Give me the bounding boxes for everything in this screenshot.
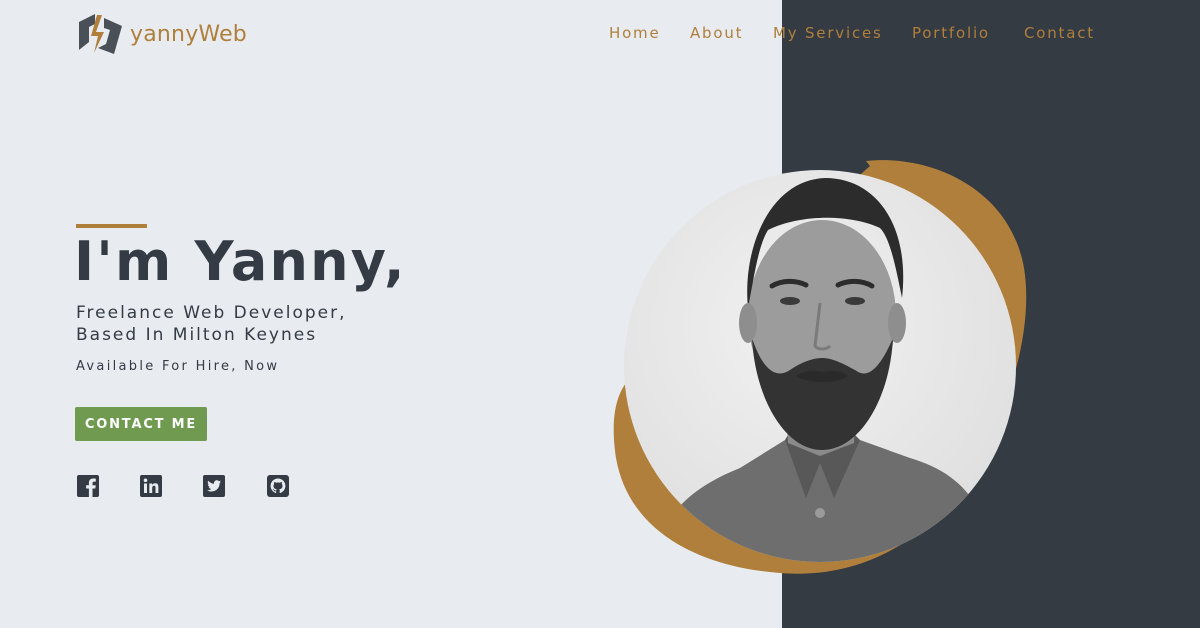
main-nav: Home About My Services Portfolio Contact — [0, 24, 1200, 48]
nav-portfolio[interactable]: Portfolio — [912, 24, 990, 42]
github-link[interactable] — [266, 474, 290, 498]
hero-subtitle-line1: Freelance Web Developer, — [76, 303, 347, 323]
linkedin-icon — [139, 474, 163, 498]
facebook-link[interactable] — [76, 474, 100, 498]
nav-contact[interactable]: Contact — [1024, 24, 1095, 42]
nav-my-services[interactable]: My Services — [773, 24, 883, 42]
nav-about[interactable]: About — [690, 24, 743, 42]
twitter-link[interactable] — [202, 474, 226, 498]
hero-subtitle: Freelance Web Developer, Based In Milton… — [76, 302, 347, 346]
twitter-icon — [202, 474, 226, 498]
nav-home[interactable]: Home — [609, 24, 661, 42]
profile-portrait — [610, 158, 1030, 578]
github-icon — [266, 474, 290, 498]
linkedin-link[interactable] — [139, 474, 163, 498]
hero-subtitle-line2: Based In Milton Keynes — [76, 325, 318, 345]
availability-text: Available For Hire, Now — [76, 359, 280, 374]
hero-title: I'm Yanny, — [74, 230, 407, 293]
contact-me-button[interactable]: CONTACT ME — [75, 407, 207, 441]
facebook-icon — [76, 474, 100, 498]
